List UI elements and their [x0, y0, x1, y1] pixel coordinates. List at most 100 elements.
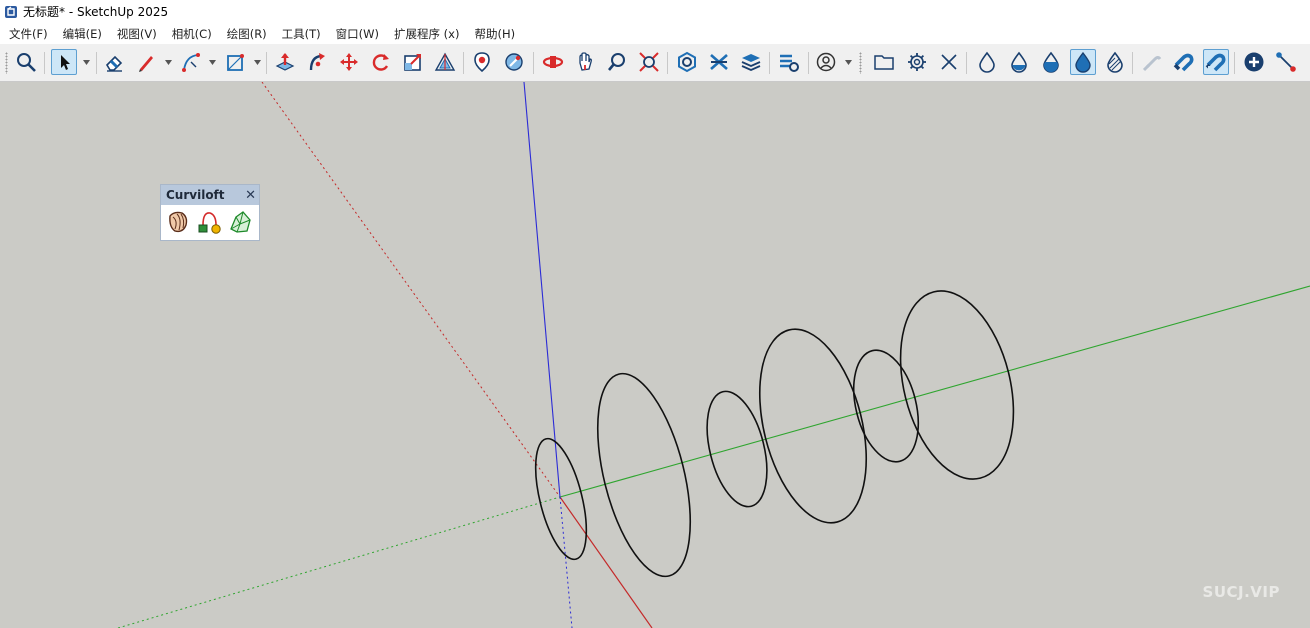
walk-button[interactable]	[501, 49, 527, 75]
sketchup-logo-icon	[5, 5, 17, 18]
close-button[interactable]	[936, 49, 962, 75]
select-dropdown[interactable]	[81, 49, 91, 75]
chevron-down-icon	[253, 59, 261, 65]
window-title: 无标题* - SketchUp 2025	[23, 5, 169, 19]
follow-me-icon	[309, 53, 325, 71]
menu-draw[interactable]: 绘图(R)	[218, 26, 273, 42]
scenes-button[interactable]	[776, 49, 802, 75]
folder-button[interactable]	[871, 49, 897, 75]
settings-icon	[908, 53, 926, 71]
zoom-icon	[17, 53, 36, 72]
rectangle-icon	[227, 54, 244, 71]
shaded-style-button[interactable]	[1038, 49, 1064, 75]
offset-button[interactable]	[432, 49, 458, 75]
eraser-button[interactable]	[101, 49, 127, 75]
scale-icon	[404, 54, 421, 71]
zoom-window-button[interactable]	[604, 49, 630, 75]
scenes-icon	[780, 54, 799, 72]
settings-button[interactable]	[904, 49, 930, 75]
loft-along-path-icon[interactable]	[197, 209, 221, 235]
add-button[interactable]	[1241, 49, 1267, 75]
title-bar: 无标题* - SketchUp 2025	[0, 0, 1310, 23]
skinning-icon[interactable]	[228, 209, 252, 235]
move-icon	[340, 53, 358, 71]
menu-help[interactable]: 帮助(H)	[465, 26, 521, 42]
rectangle-button[interactable]	[222, 49, 248, 75]
profile-button[interactable]	[813, 49, 839, 75]
push-pull-icon	[275, 53, 295, 71]
ring-5[interactable]	[843, 343, 929, 468]
chevron-down-icon	[82, 59, 90, 65]
move-button[interactable]	[336, 49, 362, 75]
push-pull-button[interactable]	[272, 49, 298, 75]
select-button[interactable]	[51, 49, 77, 75]
pan-button[interactable]	[572, 49, 598, 75]
solid-tools-icon	[678, 51, 696, 73]
select-icon	[61, 55, 70, 70]
red-axis	[559, 496, 653, 628]
menu-edit[interactable]: 编辑(E)	[54, 26, 108, 42]
toolbar-separator	[44, 52, 45, 74]
curviloft-panel-header[interactable]: Curviloft ✕	[161, 185, 259, 205]
close-icon[interactable]: ✕	[245, 188, 256, 203]
model-viewport[interactable]	[0, 82, 1310, 628]
pan-icon	[579, 52, 592, 71]
line-dropdown[interactable]	[163, 49, 173, 75]
profile-dropdown[interactable]	[843, 49, 853, 75]
blue-axis	[523, 82, 561, 498]
follow-me-button[interactable]	[304, 49, 330, 75]
toolbar-separator	[808, 52, 809, 74]
sandbox-button[interactable]	[706, 49, 732, 75]
rectangle-dropdown[interactable]	[252, 49, 262, 75]
orbit-button[interactable]	[540, 49, 566, 75]
menu-bar: 文件(F) 编辑(E) 视图(V) 相机(C) 绘图(R) 工具(T) 窗口(W…	[0, 23, 1310, 44]
half-style-button[interactable]	[1006, 49, 1032, 75]
eraser-icon	[105, 55, 123, 72]
toolbar-separator	[1234, 52, 1235, 74]
snap-button[interactable]	[1171, 49, 1197, 75]
red-axis-negative	[261, 82, 561, 498]
zoom-extents-button[interactable]	[636, 49, 662, 75]
layers-button[interactable]	[738, 49, 764, 75]
menu-tools[interactable]: 工具(T)	[273, 26, 327, 42]
position-camera-button[interactable]	[469, 49, 495, 75]
menu-camera[interactable]: 相机(C)	[163, 26, 218, 42]
toolbar-grip[interactable]	[5, 52, 8, 74]
arc-button[interactable]	[178, 49, 204, 75]
toolbar-separator	[463, 52, 464, 74]
chevron-down-icon	[844, 59, 852, 65]
zoom-window-icon	[608, 53, 625, 71]
menu-view[interactable]: 视图(V)	[108, 26, 163, 42]
snap-off-button[interactable]	[1139, 49, 1165, 75]
close-icon	[941, 54, 957, 70]
zoom-button[interactable]	[13, 49, 39, 75]
menu-file[interactable]: 文件(F)	[0, 26, 54, 42]
menu-window[interactable]: 窗口(W)	[327, 26, 385, 42]
line-button[interactable]	[133, 49, 159, 75]
drop-active-icon	[1075, 51, 1091, 73]
model-canvas[interactable]	[0, 82, 1310, 628]
toolbar-separator	[667, 52, 668, 74]
watermark: SUCJ.VIP	[1202, 583, 1280, 601]
hatched-style-button[interactable]	[1102, 49, 1128, 75]
rotate-button[interactable]	[368, 49, 394, 75]
textured-style-button[interactable]	[1070, 49, 1096, 75]
toolbar-separator	[769, 52, 770, 74]
xray-style-button[interactable]	[974, 49, 1000, 75]
scale-button[interactable]	[400, 49, 426, 75]
toolbar-separator	[266, 52, 267, 74]
ring-3[interactable]	[697, 385, 778, 513]
connect-points-button[interactable]	[1273, 49, 1299, 75]
layers-icon	[741, 54, 761, 71]
snap-active-button[interactable]	[1203, 49, 1229, 75]
curviloft-panel[interactable]: Curviloft ✕	[160, 184, 260, 241]
solid-tools-button[interactable]	[674, 49, 700, 75]
profile-icon	[816, 52, 836, 72]
position-camera-icon	[474, 52, 490, 73]
loft-by-spline-icon[interactable]	[166, 209, 190, 235]
menu-extensions[interactable]: 扩展程序 (x)	[385, 26, 465, 42]
toolbar-grip[interactable]	[859, 52, 862, 74]
arc-dropdown[interactable]	[207, 49, 217, 75]
connect-points-icon	[1276, 52, 1296, 72]
arc-icon	[182, 53, 200, 72]
